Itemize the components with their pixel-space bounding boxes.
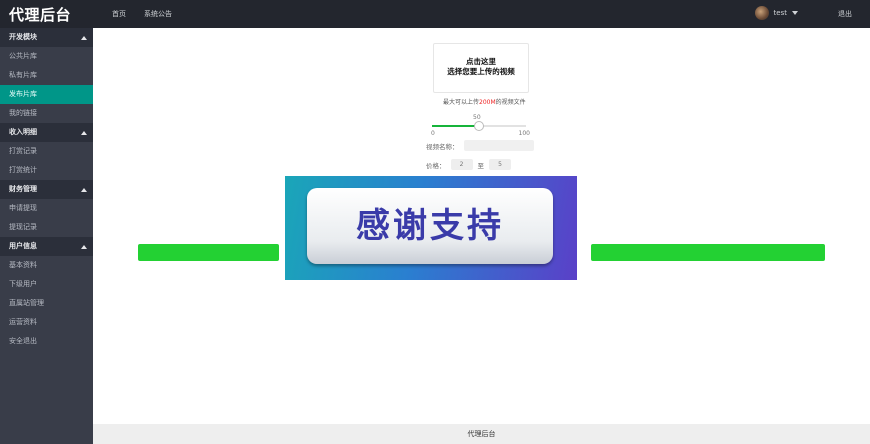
sidebar-item-links[interactable]: 我的链接 (0, 104, 93, 123)
sidebar: 开发模块 公共片库 私有片库 发布片库 我的链接 收入明细 打赏记录 打赏统计 … (0, 28, 93, 444)
slider-max: 100 (518, 130, 530, 137)
slider-fill (432, 125, 479, 127)
price-separator: 至 (477, 161, 485, 170)
sidebar-item-profile[interactable]: 基本资料 (0, 256, 93, 275)
chevron-up-icon (81, 188, 87, 192)
sidebar-item-publish[interactable]: 发布片库 (0, 85, 93, 104)
slider-min: 0 (431, 130, 435, 137)
green-bar-right (591, 244, 825, 261)
slider-handle[interactable] (474, 121, 484, 131)
username[interactable]: test (774, 9, 787, 17)
sidebar-item-withdraw-records[interactable]: 提现记录 (0, 218, 93, 237)
chevron-up-icon (81, 131, 87, 135)
sidebar-item-public[interactable]: 公共片库 (0, 47, 93, 66)
sidebar-group-dev[interactable]: 开发模块 (0, 28, 93, 47)
sidebar-group-label: 收入明细 (9, 128, 37, 136)
sidebar-group-label: 财务管理 (9, 185, 37, 193)
top-nav: 首页 系统公告 (112, 9, 172, 19)
sidebar-group-user[interactable]: 用户信息 (0, 237, 93, 256)
sidebar-item-reward-records[interactable]: 打赏记录 (0, 142, 93, 161)
price-max-input[interactable]: 5 (489, 159, 511, 170)
sidebar-item-reward-stats[interactable]: 打赏统计 (0, 161, 93, 180)
upload-hint: 最大可以上传200M的视频文件 (443, 97, 526, 106)
video-name-label: 视频名称： (426, 142, 459, 151)
upload-line-2: 选择您要上传的视频 (447, 67, 515, 76)
app-title: 代理后台 (9, 6, 72, 24)
footer: 代理后台 (93, 424, 870, 444)
sidebar-item-withdraw[interactable]: 申请提现 (0, 199, 93, 218)
logout-link[interactable]: 退出 (838, 9, 852, 19)
avatar[interactable] (754, 6, 769, 20)
sidebar-item-subusers[interactable]: 下级用户 (0, 275, 93, 294)
sidebar-group-label: 用户信息 (9, 242, 37, 250)
sidebar-item-ops[interactable]: 运营资料 (0, 313, 93, 332)
green-bar-left (138, 244, 279, 261)
hint-suffix: 的视频文件 (495, 99, 526, 106)
price-label: 价格： (426, 161, 446, 170)
top-bar: 代理后台 首页 系统公告 test 退出 (0, 0, 870, 28)
main-content: 点击这里 选择您要上传的视频 最大可以上传200M的视频文件 50 0 100 … (93, 28, 870, 424)
chevron-up-icon (81, 245, 87, 249)
video-name-input[interactable] (463, 140, 534, 151)
chevron-up-icon (81, 36, 87, 40)
sidebar-item-logout[interactable]: 安全退出 (0, 332, 93, 351)
chevron-down-icon[interactable] (792, 11, 798, 15)
price-slider[interactable]: 50 0 100 (431, 113, 530, 137)
hint-prefix: 最大可以上传 (443, 99, 480, 106)
nav-home[interactable]: 首页 (112, 9, 126, 19)
video-name-row: 视频名称： (426, 140, 534, 151)
nav-announcements[interactable]: 系统公告 (144, 9, 172, 19)
slider-value: 50 (473, 114, 481, 121)
sidebar-group-label: 开发模块 (9, 33, 37, 41)
price-row: 价格： 2 至 5 (426, 159, 511, 170)
sidebar-item-site-manage[interactable]: 直属站管理 (0, 294, 93, 313)
upload-line-1: 点击这里 (466, 57, 496, 66)
hint-size: 200M (479, 99, 496, 106)
sidebar-item-private[interactable]: 私有片库 (0, 66, 93, 85)
sidebar-group-finance[interactable]: 财务管理 (0, 180, 93, 199)
banner-text: 感谢支持 (307, 188, 553, 264)
thanks-banner: 感谢支持 (285, 176, 577, 280)
video-upload-area[interactable]: 点击这里 选择您要上传的视频 (433, 43, 529, 93)
user-menu[interactable]: test (754, 6, 798, 20)
price-min-input[interactable]: 2 (450, 159, 473, 170)
sidebar-group-income[interactable]: 收入明细 (0, 123, 93, 142)
